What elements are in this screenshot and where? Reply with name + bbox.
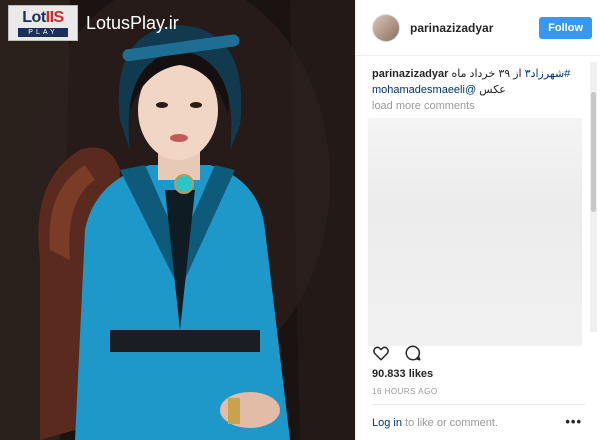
lotusplay-watermark: LotIIS PLAY LotusPlay.ir [8,5,179,41]
login-prompt: Log in to like or comment. [372,417,498,429]
avatar[interactable] [372,13,400,42]
login-link[interactable]: Log in [372,417,402,429]
login-prompt-text: to like or comment. [401,417,498,429]
post-header: parinazizadyar Follow [356,0,600,56]
post-username[interactable]: parinazizadyar [410,21,539,35]
caption-hashtag[interactable]: #شهرزاد۳ [525,68,571,80]
caption-username[interactable]: parinazizadyar [372,68,448,80]
post-timestamp[interactable]: 16 HOURS AGO [372,387,438,396]
post-photo: LotIIS PLAY LotusPlay.ir [0,0,355,440]
post-side-panel: parinazizadyar Follow parinazizadyar #شه… [355,0,600,440]
follow-button[interactable]: Follow [539,16,592,39]
caption-text: از ۳۹ خرداد ماه [451,68,525,80]
scrollbar-thumb[interactable] [591,92,596,212]
load-more-comments-link[interactable]: load more comments [356,98,600,112]
watermark-site-text: LotusPlay.ir [86,12,179,33]
portrait-illustration [0,0,355,440]
caption-mention[interactable]: @mohamadesmaeeli [372,84,476,96]
heart-icon[interactable] [372,344,390,362]
post-actions [372,344,422,362]
comments-scrollbar[interactable] [590,62,597,332]
divider [372,404,586,405]
comment-icon[interactable] [404,344,422,362]
lotusplay-logo: LotIIS PLAY [8,5,78,41]
likes-count[interactable]: 90.833 likes [372,368,433,380]
caption-line2-text: عکس [476,84,506,96]
post-caption: parinazizadyar #شهرزاد۳ از ۳۹ خرداد ماه … [356,56,600,98]
blurred-comments-area [368,118,582,346]
more-options-icon[interactable]: ••• [565,414,582,429]
